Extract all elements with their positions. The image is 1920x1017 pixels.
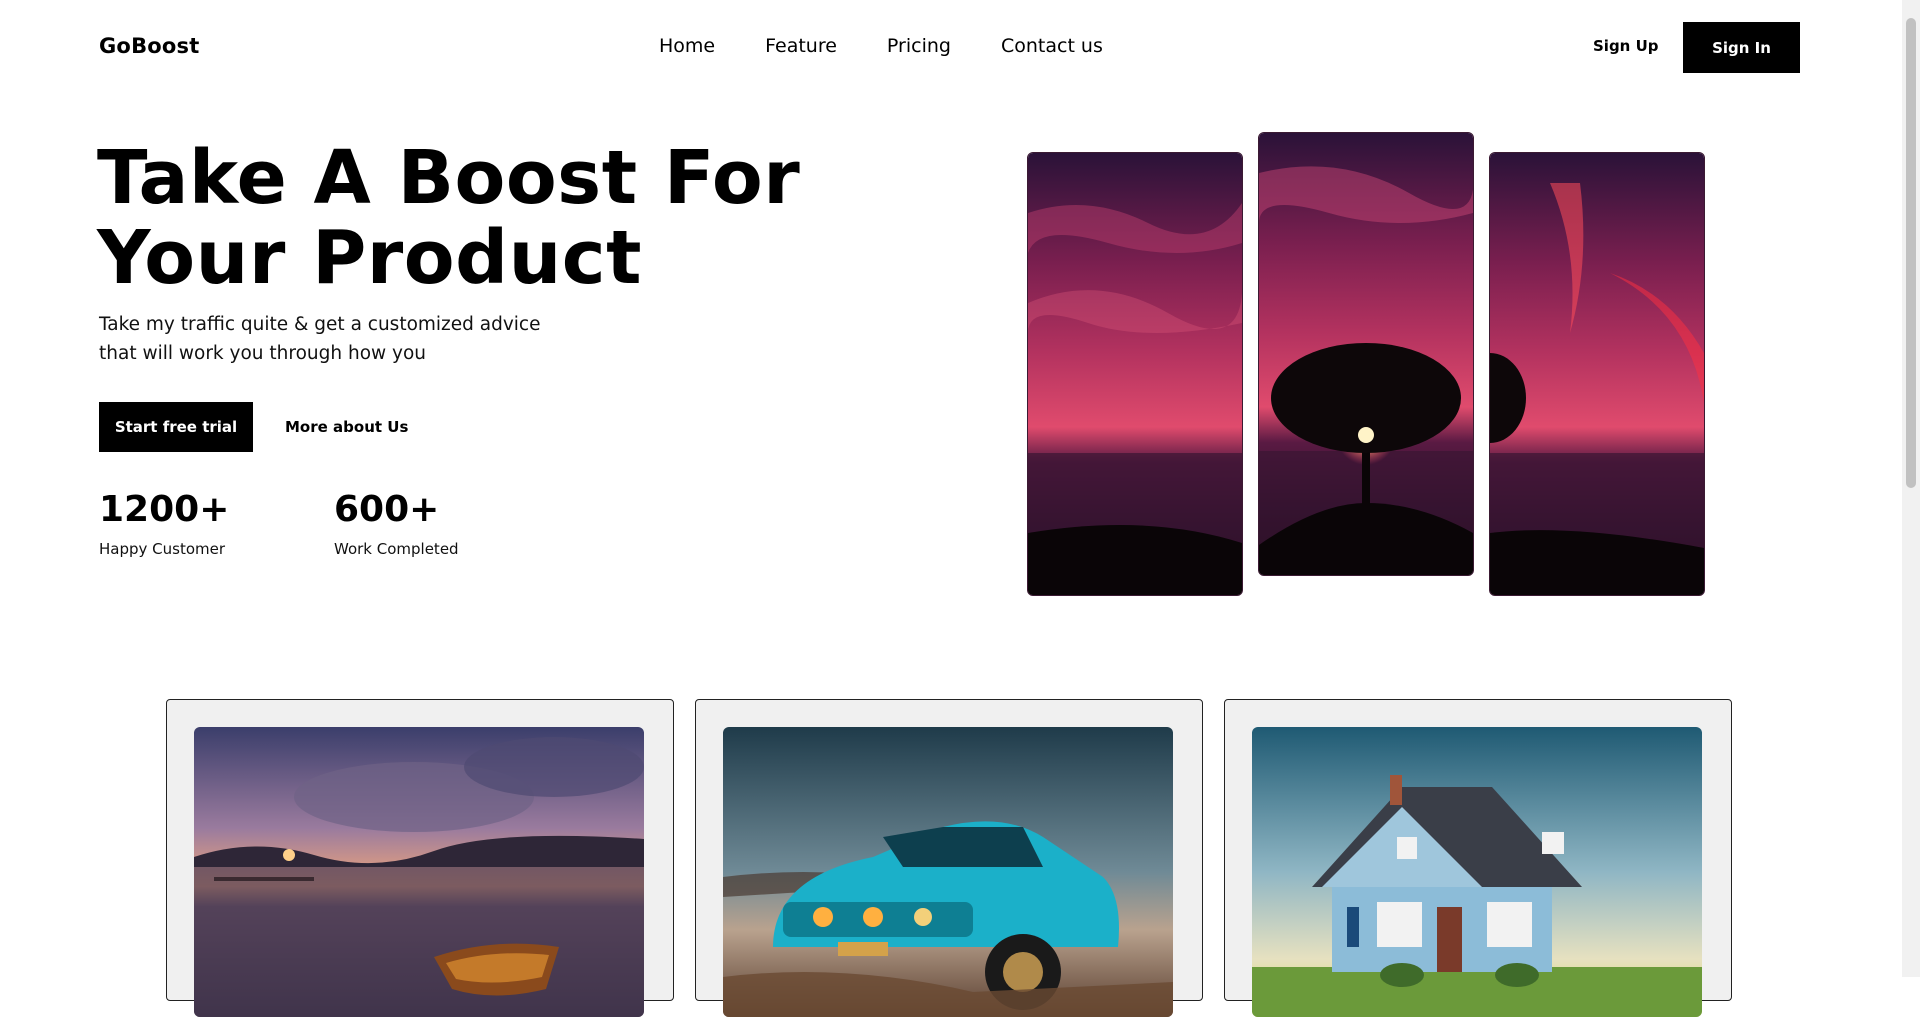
- more-about-us-link[interactable]: More about Us: [285, 418, 408, 436]
- card-lake[interactable]: [166, 699, 674, 1017]
- brand-logo[interactable]: GoBoost: [99, 34, 199, 58]
- sunset-image-center: [1259, 133, 1473, 575]
- sunset-panel-center: [1258, 132, 1474, 576]
- main-menu: Home Feature Pricing Contact us: [659, 35, 1103, 57]
- hero-title-line-1: Take A Boost For: [97, 135, 801, 221]
- sign-up-link[interactable]: Sign Up: [1593, 37, 1659, 55]
- hero-subtitle: Take my traffic quite & get a customized…: [99, 310, 579, 368]
- nav-link-pricing[interactable]: Pricing: [887, 35, 951, 57]
- sunset-panel-left: [1027, 152, 1243, 596]
- nav-link-feature[interactable]: Feature: [765, 35, 837, 57]
- stat-value: 600+: [334, 489, 440, 530]
- stat-value: 1200+: [99, 489, 230, 530]
- card-car[interactable]: [695, 699, 1203, 1017]
- top-navigation: GoBoost Home Feature Pricing Contact us …: [0, 0, 1900, 95]
- lake-sunset-boat-image: [194, 727, 644, 1017]
- hero-title: Take A Boost For Your Product: [97, 138, 817, 298]
- start-free-trial-button[interactable]: Start free trial: [99, 402, 253, 452]
- card-house[interactable]: [1224, 699, 1732, 1017]
- stat-happy-customer: 1200+ Happy Customer: [99, 489, 230, 559]
- scrollbar-thumb[interactable]: [1906, 18, 1916, 488]
- hero-title-line-2: Your Product: [97, 215, 643, 301]
- stat-label: Work Completed: [334, 540, 459, 558]
- vertical-scrollbar[interactable]: [1902, 0, 1920, 977]
- hero-subtitle-line-2: that will work you through how you: [99, 343, 427, 364]
- stat-label: Happy Customer: [99, 540, 226, 558]
- hero-subtitle-line-1: Take my traffic quite & get a customized…: [99, 314, 541, 335]
- sign-in-button[interactable]: Sign In: [1683, 22, 1800, 73]
- sunset-image-right: [1490, 153, 1704, 595]
- sunset-image-left: [1028, 153, 1242, 595]
- nav-link-contact[interactable]: Contact us: [1001, 35, 1103, 57]
- nav-link-home[interactable]: Home: [659, 35, 715, 57]
- stat-work-completed: 600+ Work Completed: [334, 489, 459, 559]
- blue-house-image: [1252, 727, 1702, 1017]
- hero-image-panels: [1027, 132, 1707, 602]
- sunset-panel-right: [1489, 152, 1705, 596]
- blue-muscle-car-image: [723, 727, 1173, 1017]
